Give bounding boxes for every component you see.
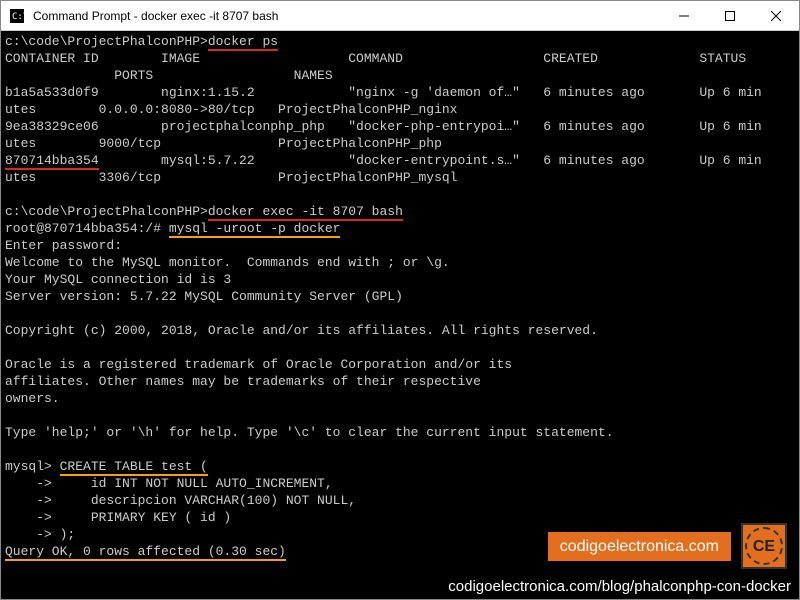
output-line: Type 'help;' or '\h' for help. Type '\c'… xyxy=(5,424,795,441)
window-controls xyxy=(661,1,799,30)
table-header: CONTAINER ID IMAGE COMMAND CREATED STATU… xyxy=(5,50,795,67)
query-ok: Query OK, 0 rows affected (0.30 sec) xyxy=(5,544,286,561)
cmd-icon: C:\ xyxy=(9,8,25,24)
container-id-highlight: 870714bba354 xyxy=(5,153,99,170)
blank-line xyxy=(5,186,795,203)
footer-url: codigoelectronica.com/blog/phalconphp-co… xyxy=(444,576,795,597)
output-line: Oracle is a registered trademark of Orac… xyxy=(5,356,795,373)
sql-line: -> id INT NOT NULL AUTO_INCREMENT, xyxy=(5,475,795,492)
blank-line xyxy=(5,441,795,458)
output-line: Welcome to the MySQL monitor. Commands e… xyxy=(5,254,795,271)
cmd-mysql-login: mysql -uroot -p docker xyxy=(169,221,341,238)
output-line: affiliates. Other names may be trademark… xyxy=(5,373,795,390)
watermark-badge: codigoelectronica.com CE xyxy=(548,523,787,569)
output-line: Your MySQL connection id is 3 xyxy=(5,271,795,288)
table-row: utes 0.0.0.0:8080->80/tcp ProjectPhalcon… xyxy=(5,101,795,118)
sql-line: -> descripcion VARCHAR(100) NOT NULL, xyxy=(5,492,795,509)
table-row: utes 9000/tcp ProjectPhalconPHP_php xyxy=(5,135,795,152)
table-row: 9ea38329ce06 projectphalconphp_php "dock… xyxy=(5,118,795,135)
mysql-prompt: mysql> xyxy=(5,459,60,474)
close-button[interactable] xyxy=(753,1,799,30)
maximize-button[interactable] xyxy=(707,1,753,30)
blank-line xyxy=(5,305,795,322)
terminal-output[interactable]: c:\code\ProjectPhalconPHP>docker ps CONT… xyxy=(1,31,799,599)
watermark-site: codigoelectronica.com xyxy=(548,532,731,561)
prompt-path: c:\code\ProjectPhalconPHP> xyxy=(5,34,208,49)
table-row: b1a5a533d0f9 nginx:1.15.2 "nginx -g 'dae… xyxy=(5,84,795,101)
root-prompt: root@870714bba354:/# xyxy=(5,221,169,236)
svg-text:C:\: C:\ xyxy=(12,12,24,22)
table-row: 870714bba354 mysql:5.7.22 "docker-entryp… xyxy=(5,152,795,169)
minimize-button[interactable] xyxy=(661,1,707,30)
output-line: Enter password: xyxy=(5,237,795,254)
cmd-docker-ps: docker ps xyxy=(208,34,278,51)
window-frame: C:\ Command Prompt - docker exec -it 870… xyxy=(0,0,800,600)
window-title: Command Prompt - docker exec -it 8707 ba… xyxy=(33,9,661,23)
watermark-logo-icon: CE xyxy=(741,523,787,569)
output-line: Copyright (c) 2000, 2018, Oracle and/or … xyxy=(5,322,795,339)
output-line: owners. xyxy=(5,390,795,407)
output-line: Server version: 5.7.22 MySQL Community S… xyxy=(5,288,795,305)
table-header-2: PORTS NAMES xyxy=(5,67,795,84)
sql-create-table: CREATE TABLE test ( xyxy=(60,459,208,476)
prompt-path: c:\code\ProjectPhalconPHP> xyxy=(5,204,208,219)
table-row: utes 3306/tcp ProjectPhalconPHP_mysql xyxy=(5,169,795,186)
titlebar[interactable]: C:\ Command Prompt - docker exec -it 870… xyxy=(1,1,799,31)
cmd-docker-exec: docker exec -it 8707 bash xyxy=(208,204,403,221)
blank-line xyxy=(5,339,795,356)
blank-line xyxy=(5,407,795,424)
